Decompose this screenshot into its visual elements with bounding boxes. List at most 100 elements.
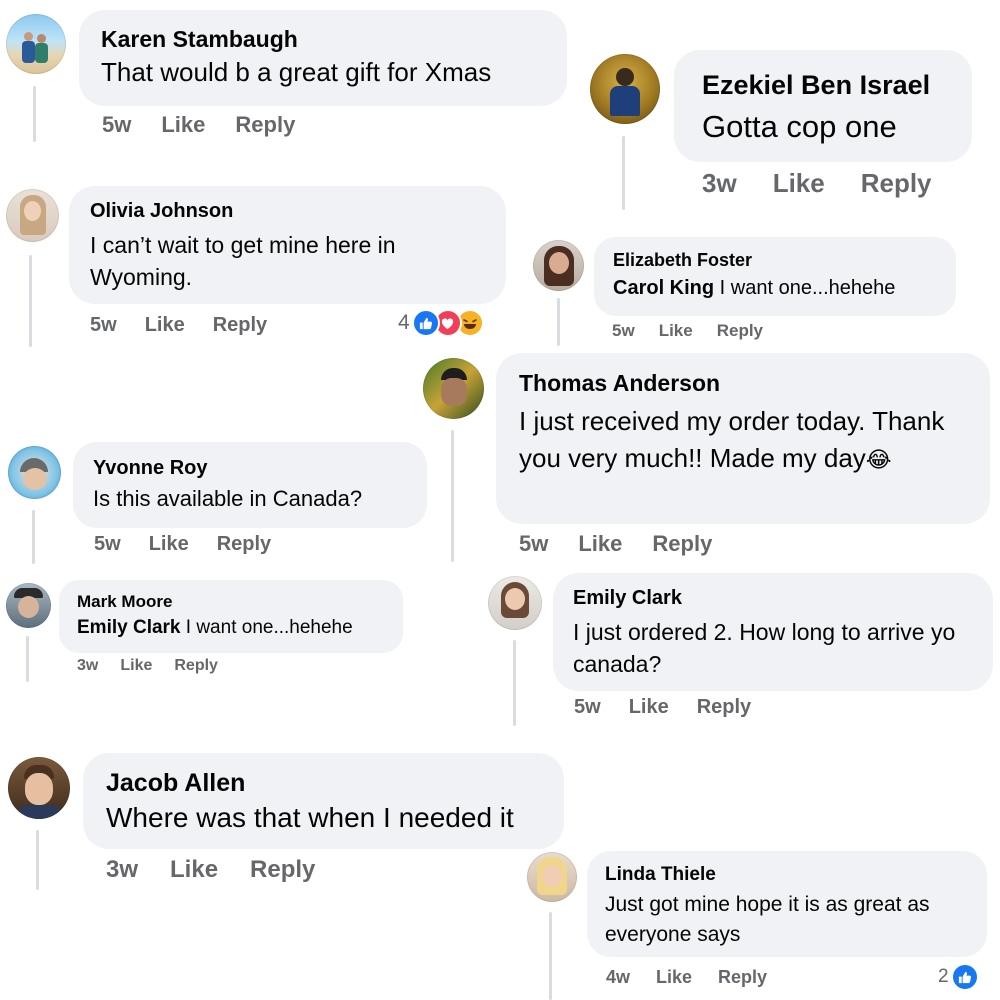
reply-button[interactable]: Reply: [718, 967, 767, 988]
comment-body: I want one...hehehe: [180, 617, 353, 638]
timestamp[interactable]: 5w: [574, 696, 601, 719]
reaction-summary[interactable]: 2: [938, 963, 979, 991]
comment-bubble: Olivia Johnson I can’t wait to get mine …: [69, 186, 506, 304]
reply-button[interactable]: Reply: [697, 696, 751, 719]
commenter-name[interactable]: Emily Clark: [573, 587, 973, 610]
comment-actions: 3w Like Reply: [106, 856, 315, 884]
mention-tag[interactable]: Emily Clark: [77, 617, 181, 638]
avatar[interactable]: [533, 240, 584, 291]
comment-text: Emily Clark I want one...hehehe: [77, 617, 385, 639]
thread-line: [513, 640, 516, 726]
thread-line: [26, 636, 29, 682]
comment-text: Is this available in Canada?: [93, 486, 363, 511]
commenter-name[interactable]: Mark Moore: [77, 592, 385, 612]
thread-line: [622, 136, 625, 210]
comment-bubble: Thomas Anderson I just received my order…: [496, 353, 990, 524]
laughing-emoji: 😂: [865, 447, 892, 472]
reply-button[interactable]: Reply: [217, 533, 271, 556]
thread-line: [451, 430, 454, 562]
like-button[interactable]: Like: [578, 531, 622, 557]
comment-text: Just got mine hope it is as great as eve…: [605, 893, 930, 946]
timestamp[interactable]: 5w: [519, 531, 548, 557]
comment-bubble: Linda Thiele Just got mine hope it is as…: [587, 851, 987, 957]
avatar[interactable]: [590, 54, 660, 124]
comment-actions: 5w Like Reply: [519, 531, 712, 557]
comment-actions: 5w Like Reply: [574, 696, 751, 719]
comment-bubble: Elizabeth Foster Carol King I want one..…: [594, 237, 956, 316]
reply-button[interactable]: Reply: [213, 314, 267, 337]
timestamp[interactable]: 5w: [90, 314, 117, 337]
reply-button[interactable]: Reply: [174, 657, 218, 675]
comment-text: Gotta cop one: [702, 109, 897, 144]
like-icon: [411, 309, 440, 337]
avatar[interactable]: [423, 358, 484, 419]
thread-line: [29, 255, 32, 347]
avatar[interactable]: [8, 446, 61, 499]
thread-line: [33, 86, 36, 142]
comment-bubble: Jacob Allen Where was that when I needed…: [83, 753, 564, 849]
like-button[interactable]: Like: [170, 856, 218, 884]
commenter-name[interactable]: Elizabeth Foster: [613, 250, 937, 271]
commenter-name[interactable]: Thomas Anderson: [519, 370, 967, 397]
reaction-summary[interactable]: 4: [398, 309, 484, 337]
comment-actions: 3w Like Reply: [77, 657, 218, 675]
comment-bubble: Yvonne Roy Is this available in Canada?: [73, 442, 427, 528]
comment-bubble: Emily Clark I just ordered 2. How long t…: [553, 573, 993, 691]
reply-button[interactable]: Reply: [652, 531, 712, 557]
commenter-name[interactable]: Yvonne Roy: [93, 457, 407, 480]
commenter-name[interactable]: Jacob Allen: [106, 769, 541, 798]
thread-line: [32, 510, 35, 564]
like-button[interactable]: Like: [659, 321, 693, 341]
avatar[interactable]: [8, 757, 70, 819]
comment-actions: 4w Like Reply: [606, 967, 767, 988]
reaction-count: 4: [398, 311, 410, 334]
reply-button[interactable]: Reply: [250, 856, 315, 884]
commenter-name[interactable]: Karen Stambaugh: [101, 26, 545, 53]
comment-text: Carol King I want one...hehehe: [613, 277, 937, 300]
thread-line: [549, 912, 552, 1000]
like-button[interactable]: Like: [145, 314, 185, 337]
reply-button[interactable]: Reply: [861, 168, 932, 199]
timestamp[interactable]: 5w: [102, 112, 131, 138]
comment-text: Where was that when I needed it: [106, 802, 514, 833]
timestamp[interactable]: 3w: [702, 168, 737, 199]
commenter-name[interactable]: Ezekiel Ben Israel: [702, 70, 944, 101]
comment-text: That would b a great gift for Xmas: [101, 57, 492, 87]
comment-bubble: Ezekiel Ben Israel Gotta cop one: [674, 50, 972, 162]
timestamp[interactable]: 5w: [94, 533, 121, 556]
like-button[interactable]: Like: [656, 967, 692, 988]
like-button[interactable]: Like: [773, 168, 825, 199]
timestamp[interactable]: 3w: [106, 856, 138, 884]
like-button[interactable]: Like: [149, 533, 189, 556]
thread-line: [557, 298, 560, 346]
like-button[interactable]: Like: [629, 696, 669, 719]
mention-tag[interactable]: Carol King: [613, 277, 714, 299]
commenter-name[interactable]: Linda Thiele: [605, 864, 969, 886]
comment-actions: 5w Like Reply: [94, 533, 271, 556]
comment-actions: 3w Like Reply: [702, 168, 932, 199]
avatar[interactable]: [488, 576, 542, 630]
comment-text: I just ordered 2. How long to arrive yo …: [573, 619, 956, 677]
like-icon: [950, 963, 979, 991]
commenter-name[interactable]: Olivia Johnson: [90, 200, 485, 223]
avatar[interactable]: [6, 583, 51, 628]
timestamp[interactable]: 5w: [612, 321, 635, 341]
reply-button[interactable]: Reply: [717, 321, 763, 341]
reply-button[interactable]: Reply: [235, 112, 295, 138]
comment-text: I just received my order today. Thank yo…: [519, 403, 959, 478]
timestamp[interactable]: 3w: [77, 657, 98, 675]
avatar[interactable]: [527, 852, 577, 902]
comment-text: I can’t wait to get mine here in Wyoming…: [90, 232, 396, 290]
like-button[interactable]: Like: [120, 657, 152, 675]
avatar[interactable]: [6, 189, 59, 242]
comment-bubble: Mark Moore Emily Clark I want one...hehe…: [59, 580, 403, 653]
like-button[interactable]: Like: [161, 112, 205, 138]
timestamp[interactable]: 4w: [606, 967, 630, 988]
comment-actions: 5w Like Reply: [612, 321, 763, 341]
reaction-count: 2: [938, 966, 949, 987]
comment-bubble: Karen Stambaugh That would b a great gif…: [79, 10, 567, 106]
comment-actions: 5w Like Reply: [102, 112, 295, 138]
avatar[interactable]: [6, 14, 66, 74]
comment-actions: 5w Like Reply: [90, 314, 267, 337]
comment-body: I want one...hehehe: [714, 277, 896, 299]
